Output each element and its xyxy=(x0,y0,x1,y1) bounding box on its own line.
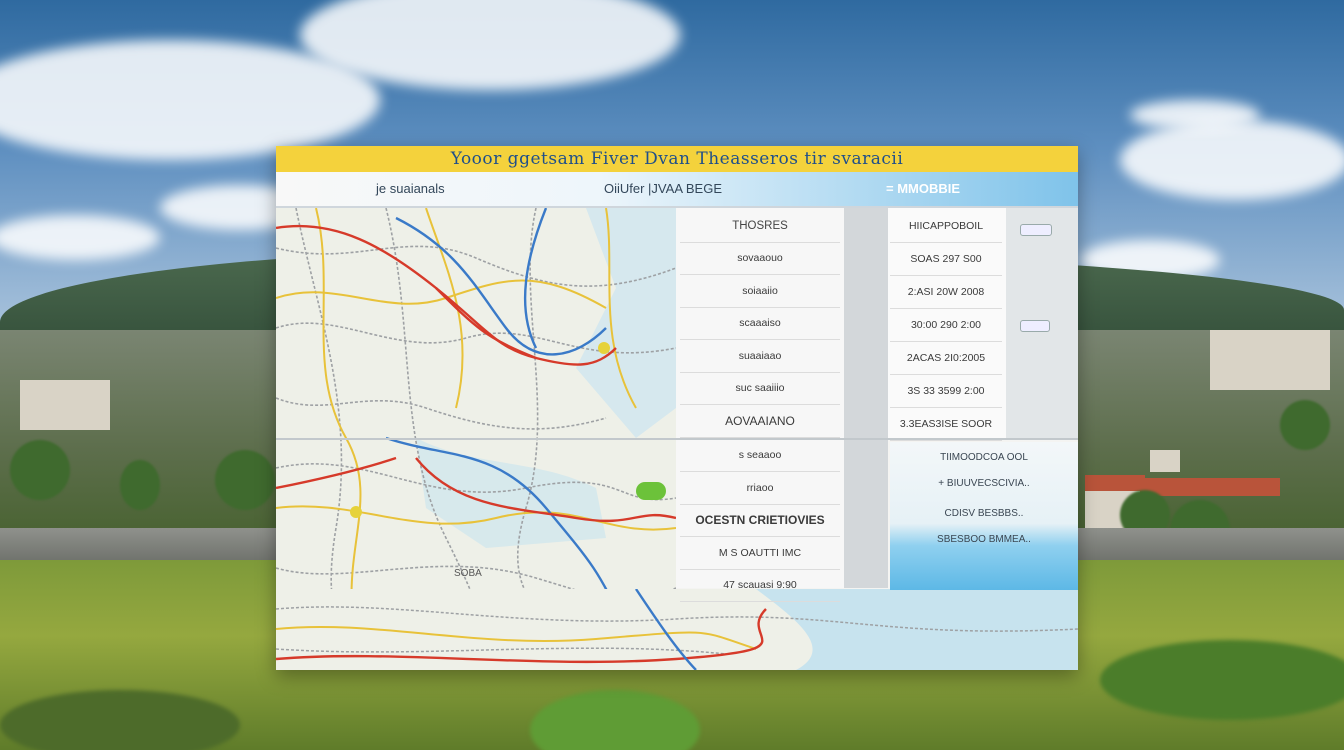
panel-title: Yooor ggetsam Fiver Dvan Theasseros tir … xyxy=(276,146,1078,172)
header-toggle[interactable] xyxy=(1020,224,1052,236)
list-item[interactable]: s seaaoo xyxy=(680,440,840,472)
list-item[interactable]: sovaaouo xyxy=(680,243,840,275)
info-box: TIIMOODCOA OOL + BIUUVECSCIVIA.. CDISV B… xyxy=(890,442,1078,590)
bush xyxy=(1100,640,1344,720)
list-item[interactable]: SOAS 297 S00 xyxy=(890,243,1002,276)
house xyxy=(1210,330,1330,390)
roof xyxy=(1085,475,1145,491)
list-item[interactable]: M S OAUTTI IMC xyxy=(680,537,840,570)
table-column-gap xyxy=(844,208,888,588)
info-line: CDISV BESBBS.. xyxy=(944,508,1024,519)
map-marker-green[interactable] xyxy=(636,482,666,500)
list-item[interactable]: soiaaiio xyxy=(680,275,840,308)
list-item[interactable]: 47 scauasi 9:90 xyxy=(680,570,840,602)
route-list: THOSRES sovaaouo soiaaiio scaaaiso suaai… xyxy=(680,210,840,602)
subheader-left-label: je suaianals xyxy=(376,181,445,196)
info-line: + BIUUVECSCIVIA.. xyxy=(938,478,1030,489)
tree xyxy=(120,460,160,510)
schedule-list-header: HIICAPPOBOIL xyxy=(890,210,1002,243)
list-item[interactable]: rriaoo xyxy=(680,472,840,505)
tree xyxy=(1280,400,1330,450)
schedule-list: HIICAPPOBOIL SOAS 297 S00 2:ASI 20W 2008… xyxy=(890,210,1002,441)
route-map-lower[interactable] xyxy=(276,588,1078,670)
list-item[interactable]: 3S 33 3599 2:00 xyxy=(890,375,1002,408)
info-line: TIIMOODCOA OOL xyxy=(940,452,1028,463)
list-item[interactable]: 2ACAS 2I0:2005 xyxy=(890,342,1002,375)
tree xyxy=(215,450,275,510)
list-item[interactable]: suc saaiiio xyxy=(680,373,840,405)
subheader-right-label: = MMOBBIE xyxy=(886,181,961,196)
list-item[interactable]: suaaiaao xyxy=(680,340,840,373)
list-item[interactable]: 30:00 290 2:00 xyxy=(890,309,1002,342)
row-toggle[interactable] xyxy=(1020,320,1050,332)
roof xyxy=(1140,478,1280,496)
panel-subheader: je suaianals OiiUfer |JVAA BEGE = MMOBBI… xyxy=(276,172,1078,208)
house xyxy=(1150,450,1180,472)
subheader-middle-label: OiiUfer |JVAA BEGE xyxy=(604,181,723,196)
cloud xyxy=(1130,100,1260,130)
list-item[interactable]: AOVAAIANO xyxy=(680,405,840,438)
list-item[interactable]: 3.3EAS3ISE SOOR xyxy=(890,408,1002,441)
map-routes-lower xyxy=(276,588,1078,670)
list-item[interactable]: OCESTN CRIETIOVIES xyxy=(680,505,840,537)
info-line: SBESBOO BMMEA.. xyxy=(937,534,1031,545)
list-item[interactable]: 2:ASI 20W 2008 xyxy=(890,276,1002,309)
tree xyxy=(10,440,70,500)
route-info-panel: Yooor ggetsam Fiver Dvan Theasseros tir … xyxy=(276,146,1078,670)
house xyxy=(20,380,110,430)
map-place-label: SOBA xyxy=(454,568,482,579)
section-divider xyxy=(276,438,1078,440)
list-item[interactable]: scaaaiso xyxy=(680,308,840,340)
route-list-header: THOSRES xyxy=(680,210,840,243)
cloud xyxy=(1120,120,1344,200)
